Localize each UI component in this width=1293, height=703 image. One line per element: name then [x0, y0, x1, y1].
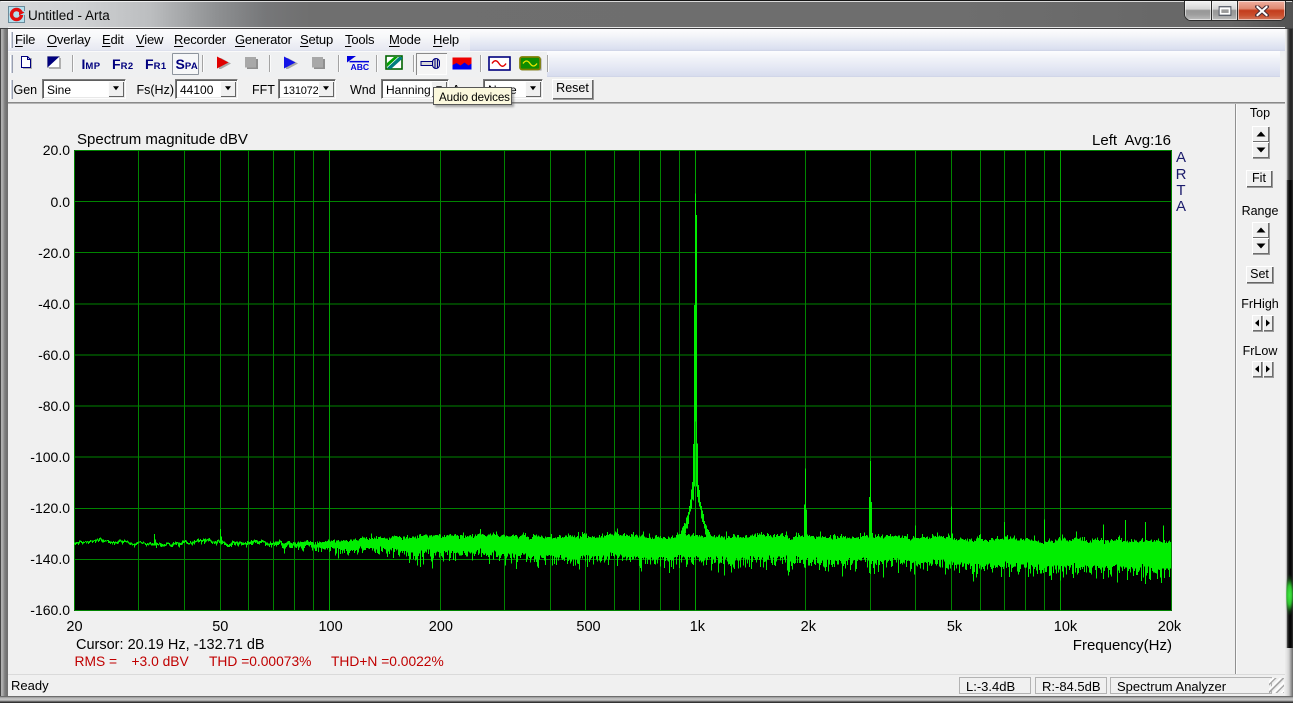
svg-text:ABC: ABC [351, 62, 370, 71]
